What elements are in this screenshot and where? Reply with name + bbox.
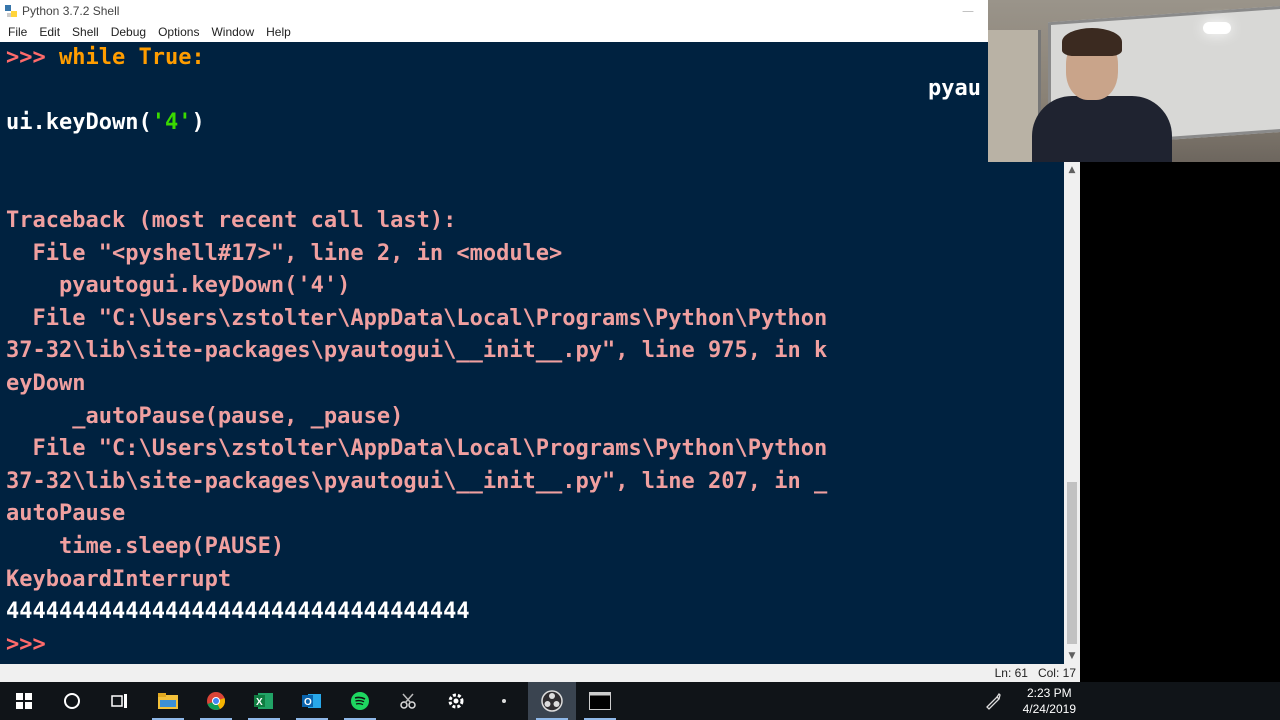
- traceback-line: pyautogui.keyDown('4'): [6, 273, 351, 299]
- spotify-icon[interactable]: [336, 682, 384, 720]
- shell-output: >>> while True: ui.keyDown('4') Tracebac…: [6, 42, 827, 661]
- chrome-icon[interactable]: [192, 682, 240, 720]
- file-explorer-icon[interactable]: [144, 682, 192, 720]
- menu-edit[interactable]: Edit: [33, 22, 66, 42]
- window-title: Python 3.7.2 Shell: [22, 4, 120, 18]
- shell-prompt: >>>: [6, 631, 59, 657]
- start-icon[interactable]: [0, 682, 48, 720]
- menu-help[interactable]: Help: [260, 22, 297, 42]
- menu-file[interactable]: File: [0, 22, 33, 42]
- column-number: Col: 17: [1037, 666, 1076, 680]
- svg-text:O: O: [304, 697, 312, 708]
- svg-text:X: X: [256, 697, 263, 708]
- menu-debug[interactable]: Debug: [105, 22, 152, 42]
- status-bar: Ln: 61 Col: 17: [0, 664, 1080, 682]
- traceback-line: eyDown: [6, 370, 86, 396]
- code-call: ui.keyDown(: [6, 110, 152, 136]
- task-view-icon[interactable]: [96, 682, 144, 720]
- scroll-up-icon[interactable]: ▲: [1064, 162, 1080, 178]
- traceback-line: 37-32\lib\site-packages\pyautogui\__init…: [6, 468, 828, 494]
- program-output: 44444444444444444444444444444444444: [6, 599, 470, 625]
- menu-window[interactable]: Window: [205, 22, 260, 42]
- menu-options[interactable]: Options: [152, 22, 205, 42]
- dot-app-icon[interactable]: [480, 682, 528, 720]
- menu-bar: File Edit Shell Debug Options Window Hel…: [0, 22, 988, 42]
- shell-text-area[interactable]: >>> while True: ui.keyDown('4') Tracebac…: [0, 42, 1064, 664]
- settings-icon[interactable]: [432, 682, 480, 720]
- traceback-line: File "C:\Users\zstolter\AppData\Local\Pr…: [6, 436, 828, 462]
- code-paren: ): [191, 110, 205, 136]
- menu-shell[interactable]: Shell: [66, 22, 105, 42]
- title-bar[interactable]: Python 3.7.2 Shell —: [0, 0, 988, 22]
- clock-time: 2:23 PM: [1026, 686, 1072, 700]
- outlook-icon[interactable]: O: [288, 682, 336, 720]
- webcam-overlay: [988, 0, 1280, 162]
- scroll-down-icon[interactable]: ▼: [1064, 648, 1080, 664]
- shell-prompt: >>>: [6, 45, 59, 70]
- cortana-icon[interactable]: [48, 682, 96, 720]
- system-clock[interactable]: 2:23 PM 4/24/2019: [1023, 685, 1076, 717]
- traceback-line: time.sleep(PAUSE): [6, 533, 285, 559]
- webcam-ceiling-light: [1203, 22, 1231, 34]
- traceback-line: autoPause: [6, 501, 126, 527]
- code-keyword: while True:: [58, 45, 205, 70]
- clock-date: 4/24/2019: [1022, 702, 1076, 716]
- traceback-line: File "C:\Users\zstolter\AppData\Local\Pr…: [6, 305, 828, 331]
- wrapped-code-fragment: pyau: [928, 76, 981, 101]
- snipping-icon[interactable]: [384, 682, 432, 720]
- traceback-line: _autoPause(pause, _pause): [6, 403, 404, 429]
- webcam-person-body: [1032, 96, 1172, 162]
- excel-icon[interactable]: X: [240, 682, 288, 720]
- webcam-person-hair: [1062, 28, 1122, 56]
- traceback-line: Traceback (most recent call last):: [6, 207, 457, 233]
- minimize-icon[interactable]: —: [962, 4, 974, 18]
- taskbar: X O 2:23 PM 4/24/2019: [0, 682, 1280, 720]
- python-icon: [4, 4, 18, 18]
- terminal-icon[interactable]: [576, 682, 624, 720]
- traceback-line: File "<pyshell#17>", line 2, in <module>: [6, 240, 563, 266]
- traceback-line: KeyboardInterrupt: [6, 566, 232, 592]
- pen-workspace-icon[interactable]: [984, 692, 1002, 714]
- scrollbar-thumb[interactable]: [1067, 482, 1077, 644]
- line-number: Ln: 61: [994, 666, 1028, 680]
- background-area: [1080, 162, 1280, 682]
- traceback-line: 37-32\lib\site-packages\pyautogui\__init…: [6, 338, 828, 364]
- obs-icon[interactable]: [528, 682, 576, 720]
- code-string: '4': [151, 110, 192, 136]
- vertical-scrollbar[interactable]: ▲ ▼: [1064, 162, 1080, 664]
